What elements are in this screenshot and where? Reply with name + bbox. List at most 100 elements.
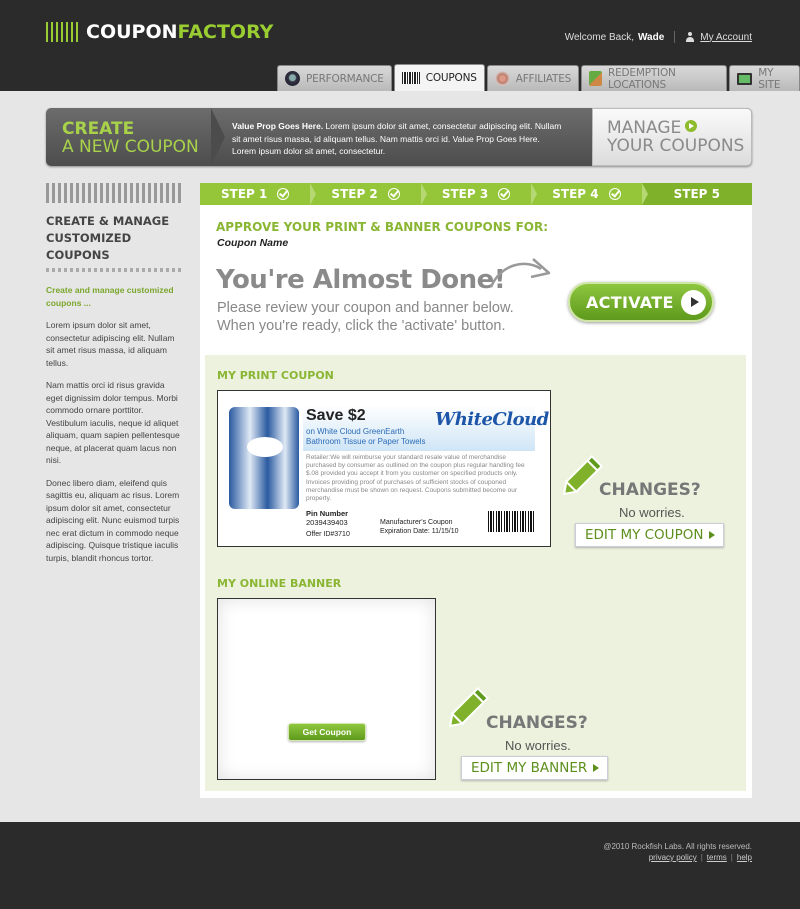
tab-affiliates[interactable]: AFFILIATES (486, 65, 580, 91)
divider: | (730, 853, 733, 862)
value-prop-heading: Value Prop Goes Here. (232, 121, 324, 131)
sidebar: CREATE & MANAGE CUSTOMIZED COUPONS Creat… (46, 183, 181, 564)
divider (674, 31, 676, 43)
create-coupon-link[interactable]: CREATE A NEW COUPON (62, 120, 199, 156)
edit-banner-label: EDIT MY BANNER (471, 760, 588, 776)
divider: | (700, 853, 703, 862)
coupon-fine-print: Retailer:We will reimburse your standard… (306, 454, 525, 503)
main-content: STEP 1 STEP 2 STEP 3 STEP 4 STEP 5 APPRO… (200, 183, 753, 798)
edit-banner-button[interactable]: EDIT MY BANNER (461, 756, 609, 780)
product-line-1: on White Cloud GreenEarth (306, 427, 405, 436)
coupon-product: on White Cloud GreenEarth Bathroom Tissu… (306, 427, 425, 446)
step-label: STEP 3 (441, 187, 489, 201)
welcome-text: Welcome Back, (564, 31, 634, 43)
get-coupon-button[interactable]: Get Coupon (288, 723, 366, 741)
coupon-name: Coupon Name (217, 237, 289, 249)
step-progress-bar: STEP 1 STEP 2 STEP 3 STEP 4 STEP 5 (200, 183, 753, 205)
arrow-right-icon (685, 120, 698, 132)
site-header: COUPONFACTORY Welcome Back, Wade My Acco… (0, 0, 800, 91)
check-icon (498, 188, 511, 200)
brand-logo: WhiteCloud (435, 409, 549, 430)
no-worries-text: No worries. (505, 738, 571, 753)
tab-my-site[interactable]: MY SITE (728, 65, 800, 91)
print-coupon-preview: Save $2 on White Cloud GreenEarth Bathro… (217, 390, 551, 547)
map-icon (589, 71, 602, 86)
review-line-2: When you're ready, click the 'activate' … (217, 318, 506, 334)
pin-value: 2039439403 (306, 518, 348, 527)
user-name: Wade (637, 31, 665, 43)
check-icon (608, 188, 621, 200)
pin-number: Pin Number 2039439403 (306, 509, 348, 527)
terms-link[interactable]: terms (707, 853, 727, 862)
value-prop: Value Prop Goes Here. Lorem ipsum dolor … (232, 120, 562, 158)
step-label: STEP 1 (221, 187, 268, 201)
hero-banner: CREATE A NEW COUPON Value Prop Goes Here… (46, 108, 752, 166)
sidebar-paragraph: Lorem ipsum dolor sit amet, consectetur … (46, 320, 175, 368)
tab-label: AFFILIATES (515, 72, 572, 85)
tab-performance[interactable]: PERFORMANCE (277, 65, 392, 91)
step-label: STEP 2 (331, 187, 378, 201)
online-banner-preview: Get Coupon (217, 598, 436, 780)
manufacturer-label: Manufacturer's Coupon (380, 519, 453, 526)
tab-label: MY SITE (758, 66, 781, 91)
my-account-link[interactable]: My Account (700, 32, 752, 43)
pin-label: Pin Number (306, 509, 349, 518)
create-line-1: CREATE (62, 119, 135, 139)
affiliates-icon (494, 71, 510, 86)
user-icon (685, 32, 695, 42)
site-footer: @2010 Rockfish Labs. All rights reserved… (0, 822, 800, 909)
tab-redemption-locations[interactable]: REDEMPTION LOCATIONS (581, 65, 727, 91)
help-link[interactable]: help (737, 853, 752, 862)
manage-line-1: MANAGE (607, 118, 682, 138)
logo-text-factory: FACTORY (177, 21, 274, 43)
changes-heading: CHANGES? (599, 480, 701, 500)
almost-done-heading: You're Almost Done! (216, 265, 506, 295)
sidebar-paragraph: Nam mattis orci id risus gravida eget di… (46, 380, 180, 465)
manage-coupons-button[interactable]: MANAGE YOUR COUPONS (592, 108, 752, 166)
stripe-divider (46, 268, 181, 272)
banner-arrow (211, 108, 225, 166)
step-label: STEP 5 (673, 187, 720, 201)
edit-coupon-label: EDIT MY COUPON (585, 527, 704, 543)
logo[interactable]: COUPONFACTORY (46, 20, 273, 44)
print-coupon-title: MY PRINT COUPON (217, 369, 334, 382)
product-image (229, 407, 299, 509)
barcode-logo-icon (46, 22, 78, 42)
stripe-decoration (46, 183, 181, 203)
activate-label: ACTIVATE (586, 292, 674, 312)
manage-line-2: YOUR COUPONS (607, 136, 745, 156)
tab-label: COUPONS (425, 72, 477, 84)
coupon-offer: Save $2 (306, 407, 366, 424)
step-4[interactable]: STEP 4 (531, 183, 649, 205)
changes-heading: CHANGES? (486, 713, 588, 733)
approve-heading: APPROVE YOUR PRINT & BANNER COUPONS FOR: (216, 220, 549, 234)
product-line-2: Bathroom Tissue or Paper Towels (306, 436, 426, 446)
review-line-1: Please review your coupon and banner bel… (217, 300, 514, 316)
footer-links: privacy policy | terms | help (649, 853, 752, 862)
no-worries-text: No worries. (619, 505, 685, 520)
sidebar-subtitle: Create and manage customized coupons ... (46, 285, 174, 308)
step-1[interactable]: STEP 1 (200, 183, 317, 205)
barcode-image (488, 511, 534, 537)
edit-coupon-button[interactable]: EDIT MY COUPON (575, 523, 725, 547)
user-area: Welcome Back, Wade My Account (565, 31, 752, 43)
step-label: STEP 4 (552, 187, 599, 201)
play-icon (681, 290, 706, 315)
main-tabs: PERFORMANCE COUPONS AFFILIATES REDEMPTIO… (277, 64, 800, 91)
chevron-right-icon (593, 764, 600, 772)
tab-coupons[interactable]: COUPONS (393, 64, 485, 91)
create-line-2: A NEW COUPON (62, 137, 199, 157)
review-instructions: Please review your coupon and banner bel… (217, 299, 514, 335)
privacy-policy-link[interactable]: privacy policy (649, 853, 697, 862)
expiration-date: Expiration Date: 11/15/10 (380, 528, 459, 535)
tab-label: PERFORMANCE (306, 72, 384, 85)
performance-icon (285, 71, 300, 86)
step-2[interactable]: STEP 2 (310, 183, 428, 205)
chevron-right-icon (709, 531, 716, 539)
curved-arrow-icon (489, 258, 551, 288)
tab-label: REDEMPTION LOCATIONS (608, 66, 676, 91)
online-banner-title: MY ONLINE BANNER (217, 577, 342, 590)
check-icon (387, 188, 400, 200)
step-3[interactable]: STEP 3 (421, 183, 538, 205)
activate-button[interactable]: ACTIVATE (568, 282, 714, 322)
